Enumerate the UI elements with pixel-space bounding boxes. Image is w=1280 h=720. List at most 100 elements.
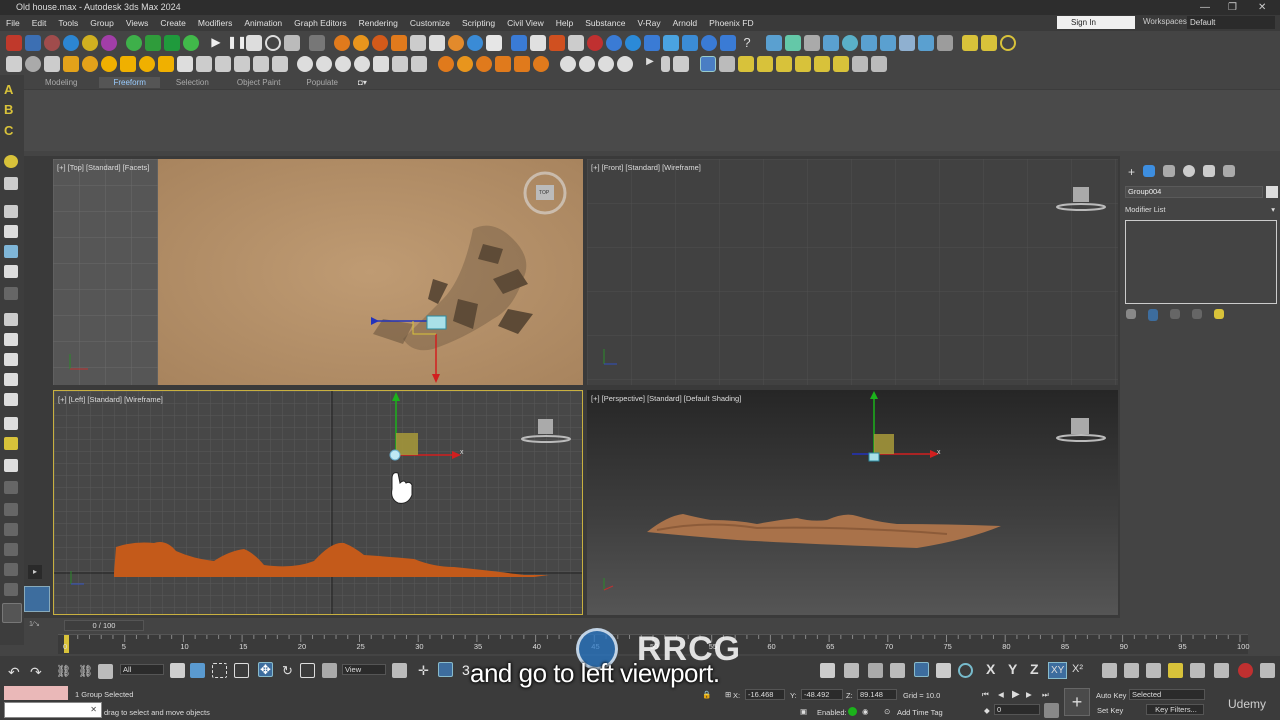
window-crossing-icon[interactable]: [234, 663, 249, 678]
globe-half-icon[interactable]: [579, 55, 595, 72]
create-a-icon[interactable]: A: [4, 83, 13, 96]
rotate-tool-icon[interactable]: ↻: [280, 663, 295, 678]
hierarchy-tab-icon[interactable]: [1163, 165, 1176, 177]
menu-create[interactable]: Create: [154, 18, 192, 28]
fire-source-icon[interactable]: [353, 34, 369, 51]
place-tool-icon[interactable]: [322, 663, 337, 678]
tools-icon[interactable]: [25, 55, 41, 72]
z-coord-field[interactable]: 89.148: [857, 689, 897, 700]
enabled-toggle[interactable]: [848, 707, 857, 716]
select-by-name-icon[interactable]: [190, 663, 205, 678]
brush-icon[interactable]: [823, 34, 839, 51]
menu-file[interactable]: File: [0, 18, 26, 28]
spotlight-icon[interactable]: [120, 55, 136, 72]
star-icon[interactable]: [183, 34, 199, 51]
swap-icon[interactable]: [899, 34, 915, 51]
import-icon[interactable]: [861, 34, 877, 51]
auto-key-button[interactable]: Auto Key: [1096, 691, 1126, 700]
fire-icon[interactable]: [334, 34, 350, 51]
trash-icon[interactable]: [284, 34, 300, 51]
mesh-light-icon[interactable]: [158, 55, 174, 72]
next-frame-icon[interactable]: ▶: [1026, 690, 1032, 699]
attach-icon[interactable]: [4, 353, 18, 366]
material-editor-icon[interactable]: [958, 663, 973, 678]
timeline-toggle-icon[interactable]: 1⁄↘: [29, 620, 40, 628]
create-tab-icon[interactable]: +: [1128, 165, 1135, 179]
tab-selection[interactable]: Selection: [176, 78, 209, 87]
torch-icon[interactable]: [549, 34, 565, 51]
prev-frame-icon[interactable]: ◀: [998, 690, 1004, 699]
mirror-icon[interactable]: [4, 417, 18, 430]
select-manipulate-icon[interactable]: ✛: [416, 663, 431, 678]
play-small-icon[interactable]: ▶: [642, 56, 658, 72]
scale-tool-icon[interactable]: [300, 663, 315, 678]
key-selection-dropdown[interactable]: Selected: [1129, 689, 1205, 700]
tree-icon[interactable]: [785, 34, 801, 51]
arnold-ipr-icon[interactable]: [533, 55, 549, 72]
y-coord-field[interactable]: -48.492: [801, 689, 843, 700]
menu-arnold[interactable]: Arnold: [667, 18, 704, 28]
snap-xp-icon[interactable]: [871, 55, 887, 72]
particle-icon[interactable]: [101, 34, 117, 51]
move-gizmo-icon[interactable]: [126, 34, 142, 51]
fur-icon[interactable]: [196, 55, 212, 72]
isolate-icon[interactable]: ▣: [800, 707, 807, 716]
key-mode-icon[interactable]: ◆: [984, 706, 990, 715]
tab-freeform[interactable]: Freeform: [99, 76, 160, 88]
spacing-icon[interactable]: [4, 459, 18, 472]
viewport-top[interactable]: [+] [Top] [Standard] [Facets] TOP: [53, 159, 583, 385]
maxscript-listener[interactable]: [4, 686, 68, 700]
orbit-icon[interactable]: [4, 155, 18, 168]
key-filters-button[interactable]: Key Filters...: [1146, 704, 1204, 715]
export-icon[interactable]: [880, 34, 896, 51]
constrain-z-button[interactable]: Z: [1030, 661, 1039, 677]
viewport-perspective-label[interactable]: [+] [Perspective] [Standard] [Default Sh…: [591, 394, 741, 403]
play-animation-icon[interactable]: ▶: [1012, 689, 1020, 700]
plugin-icon[interactable]: [962, 34, 978, 51]
workspace-dropdown[interactable]: Default: [1187, 16, 1275, 29]
mtl-multi-icon[interactable]: [316, 55, 332, 72]
undo-icon[interactable]: ↶: [8, 664, 23, 680]
array-icon[interactable]: [4, 437, 18, 450]
time-slider[interactable]: 0 / 100: [64, 620, 144, 631]
arnold-render-icon[interactable]: [514, 55, 530, 72]
water-icon[interactable]: [511, 34, 527, 51]
set-key-icon[interactable]: +: [1064, 688, 1090, 716]
select-icon[interactable]: [4, 265, 18, 278]
keyboard-shortcut-icon[interactable]: [438, 662, 453, 677]
wave-icon[interactable]: [625, 34, 641, 51]
sphere-icon[interactable]: [44, 34, 60, 51]
light-icon[interactable]: [82, 34, 98, 51]
film-icon[interactable]: [937, 34, 953, 51]
dome-light-icon[interactable]: [101, 55, 117, 72]
viewcube-top[interactable]: TOP: [539, 190, 549, 196]
arnold-sky-icon[interactable]: [457, 55, 473, 72]
configure-sets-icon[interactable]: [1214, 309, 1224, 319]
maxscript-input[interactable]: ✕: [4, 702, 102, 718]
menu-modifiers[interactable]: Modifiers: [192, 18, 238, 28]
absolute-mode-icon[interactable]: ⊞: [725, 690, 731, 699]
menu-tools[interactable]: Tools: [52, 18, 84, 28]
object-name-field[interactable]: Group004: [1125, 186, 1263, 198]
globe-grid-icon[interactable]: [598, 55, 614, 72]
unlink-icon[interactable]: ⛓: [78, 664, 93, 679]
render-frame-icon[interactable]: [63, 55, 79, 72]
object-color-swatch[interactable]: [1266, 186, 1278, 198]
scatter-icon[interactable]: [411, 55, 427, 72]
mtl-blend-icon[interactable]: [335, 55, 351, 72]
sign-in-dropdown[interactable]: Sign In: [1057, 16, 1135, 29]
fluid-icon[interactable]: [410, 34, 426, 51]
render-setup-small-icon[interactable]: [1102, 663, 1117, 678]
drop-icon[interactable]: [467, 34, 483, 51]
viewport-front-label[interactable]: [+] [Front] [Standard] [Wireframe]: [591, 163, 701, 172]
viewport-top-label[interactable]: [+] [Top] [Standard] [Facets]: [57, 163, 149, 172]
splash-icon[interactable]: [701, 34, 717, 51]
vray-logo-icon[interactable]: [373, 55, 389, 72]
menu-help[interactable]: Help: [550, 18, 579, 28]
material-icon[interactable]: [25, 34, 41, 51]
render-active-icon[interactable]: [1214, 663, 1229, 678]
reset-icon[interactable]: [265, 34, 281, 51]
camera-icon[interactable]: [766, 34, 782, 51]
create-c-icon[interactable]: C: [4, 124, 13, 137]
enable-icon[interactable]: ◉: [862, 707, 869, 716]
